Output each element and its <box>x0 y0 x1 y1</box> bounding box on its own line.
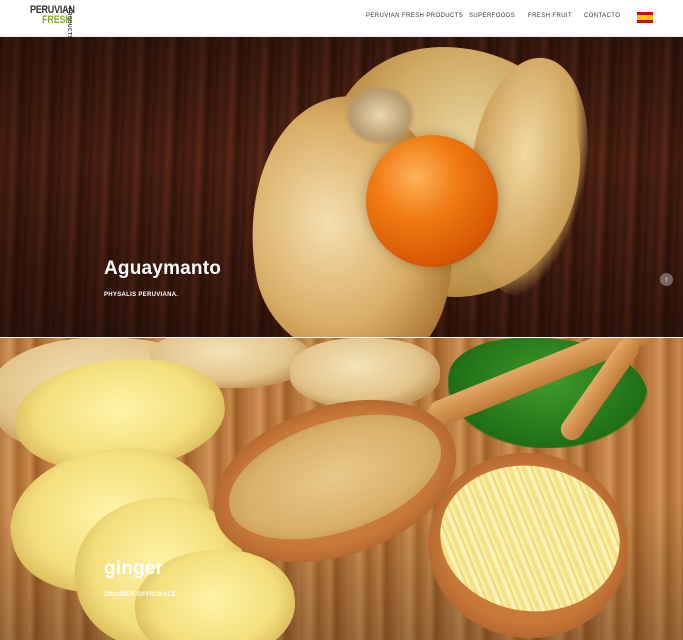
ginger-root-right <box>290 338 440 408</box>
slide-subtitle: PHYSALIS PERUVIANA. <box>104 292 179 298</box>
flag-es-icon[interactable] <box>637 12 653 23</box>
slide-aguaymanto: Aguaymanto PHYSALIS PERUVIANA. ↑ <box>0 37 683 337</box>
slide-title: ginger <box>104 558 164 579</box>
arrow-up-icon: ↑ <box>664 274 669 284</box>
nav-superfoods[interactable]: SUPERFOODS <box>469 13 515 19</box>
site-header: PERUVIAN FRESH PRODUCTS PERUVIAN FRESH P… <box>0 0 683 39</box>
slide-title: Aguaymanto <box>104 258 222 279</box>
nav-contacto[interactable]: CONTACTO <box>584 13 620 19</box>
nav-fresh-fruit[interactable]: FRESH FRUIT <box>528 13 572 19</box>
physalis-stem <box>345 85 415 145</box>
slide-ginger: ginger ZINGIBER OFFICINALE <box>0 338 683 640</box>
scroll-up-button[interactable]: ↑ <box>660 273 673 286</box>
physalis-berry <box>366 135 498 267</box>
slide-subtitle: ZINGIBER OFFICINALE <box>104 592 177 598</box>
nav-peruvian-fresh-products[interactable]: PERUVIAN FRESH PRODUCTS <box>366 13 463 19</box>
flag-stripe-bottom <box>637 20 653 23</box>
main-nav: PERUVIAN FRESH PRODUCTS SUPERFOODS FRESH… <box>0 13 683 25</box>
